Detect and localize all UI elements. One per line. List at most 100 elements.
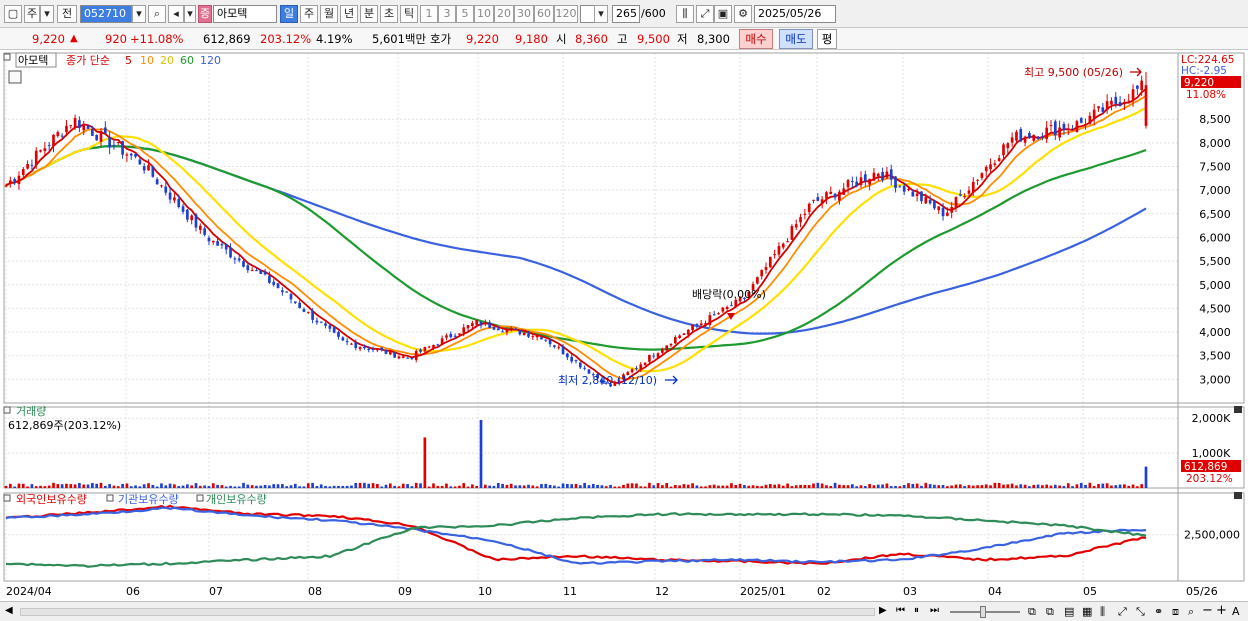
candle-body[interactable] — [315, 320, 319, 323]
volume-bar[interactable] — [60, 484, 64, 488]
volume-bar[interactable] — [358, 482, 362, 488]
volume-bar[interactable] — [376, 483, 379, 488]
candle-body[interactable] — [1023, 136, 1027, 143]
candle-body[interactable] — [561, 346, 565, 355]
layout-icon[interactable]: ⧉ — [1028, 605, 1036, 619]
volume-bar[interactable] — [1053, 484, 1057, 488]
volume-bar[interactable] — [924, 482, 928, 488]
volume-bar[interactable] — [363, 482, 366, 488]
period-day[interactable]: 일 — [280, 5, 298, 23]
interval-1[interactable]: 1 — [420, 5, 438, 23]
candle-body[interactable] — [155, 179, 159, 185]
volume-bar[interactable] — [371, 483, 375, 488]
candle-body[interactable] — [488, 322, 491, 328]
volume-bar[interactable] — [1066, 483, 1070, 488]
scroll-left-icon[interactable]: ◀ — [5, 605, 13, 616]
volume-bar[interactable] — [173, 484, 176, 488]
candle-body[interactable] — [1019, 129, 1023, 142]
volume-bar[interactable] — [950, 485, 954, 488]
candle-body[interactable] — [518, 330, 522, 335]
candle-body[interactable] — [216, 241, 219, 246]
volume-bar[interactable] — [833, 482, 837, 488]
candle-body[interactable] — [108, 137, 111, 148]
sound-icon[interactable]: ◂ — [168, 5, 184, 23]
candle-body[interactable] — [21, 169, 25, 176]
volume-bar[interactable] — [82, 484, 86, 488]
candle-body[interactable] — [436, 344, 440, 346]
volume-bar[interactable] — [419, 483, 422, 488]
candle-body[interactable] — [673, 337, 677, 344]
volume-bar[interactable] — [1123, 484, 1126, 488]
volume-bar[interactable] — [984, 484, 988, 488]
volume-bar[interactable] — [544, 483, 548, 488]
volume-bar[interactable] — [570, 484, 574, 488]
candle-body[interactable] — [496, 328, 500, 331]
candle-body[interactable] — [695, 324, 699, 326]
volume-bar[interactable] — [531, 485, 535, 488]
volume-bar[interactable] — [328, 486, 332, 488]
volume-bar[interactable] — [95, 483, 99, 488]
volume-bar[interactable] — [522, 485, 526, 488]
volume-bar[interactable] — [345, 485, 349, 488]
volume-bar[interactable] — [78, 483, 81, 488]
volume-bar[interactable] — [65, 483, 68, 488]
volume-bar[interactable] — [401, 483, 405, 488]
volume-bar[interactable] — [458, 485, 461, 488]
search-icon[interactable]: ⌕ — [148, 5, 166, 23]
period-minute[interactable]: 분 — [360, 5, 378, 23]
volume-bar[interactable] — [1049, 485, 1053, 488]
link-icon[interactable]: ⚭ — [1154, 605, 1163, 618]
candle-body[interactable] — [1036, 136, 1040, 139]
candle-body[interactable] — [380, 347, 384, 351]
volume-bar[interactable] — [190, 485, 194, 488]
candle-body[interactable] — [665, 345, 669, 351]
candle-body[interactable] — [99, 131, 103, 142]
volume-bar[interactable] — [980, 485, 984, 488]
volume-bar[interactable] — [708, 485, 712, 488]
volume-bar[interactable] — [859, 485, 863, 488]
volume-bar[interactable] — [790, 486, 794, 488]
candle-body[interactable] — [566, 353, 569, 358]
volume-bar[interactable] — [186, 484, 189, 488]
volume-bar[interactable] — [505, 484, 509, 488]
candle-body[interactable] — [423, 347, 427, 352]
candle-body[interactable] — [483, 322, 487, 325]
volume-bar[interactable] — [678, 485, 681, 488]
candle-body[interactable] — [652, 355, 656, 357]
volume-bar[interactable] — [311, 482, 314, 488]
volume-bar[interactable] — [492, 485, 496, 488]
candle-body[interactable] — [311, 310, 314, 320]
candle-body[interactable] — [78, 120, 81, 129]
candle-body[interactable] — [527, 333, 530, 337]
volume-bar[interactable] — [501, 483, 504, 488]
volume-bar[interactable] — [540, 484, 543, 488]
volume-bar[interactable] — [604, 486, 608, 488]
volume-bar[interactable] — [730, 483, 733, 488]
volume-bar[interactable] — [820, 483, 824, 488]
volume-bar[interactable] — [475, 486, 479, 488]
candle-body[interactable] — [401, 356, 405, 358]
candle-body[interactable] — [781, 243, 785, 248]
stock-name-field[interactable]: 아모텍 — [213, 5, 277, 23]
date-input[interactable]: 2025/05/26 — [754, 5, 836, 23]
candle-body[interactable] — [876, 173, 880, 177]
candle-body[interactable] — [190, 215, 194, 221]
candle-body[interactable] — [281, 290, 284, 293]
volume-bar[interactable] — [686, 484, 690, 488]
candle-body[interactable] — [1084, 123, 1087, 126]
candle-body[interactable] — [682, 333, 686, 336]
candle-body[interactable] — [717, 313, 720, 315]
volume-bar[interactable] — [799, 484, 802, 488]
candle-body[interactable] — [786, 241, 789, 243]
volume-bar[interactable] — [26, 486, 29, 488]
chart-grid-icon[interactable]: ▦ — [1082, 605, 1092, 618]
candle-body[interactable] — [855, 181, 859, 186]
candle-body[interactable] — [557, 347, 561, 349]
sound-dropdown-icon[interactable]: ▾ — [184, 5, 196, 23]
candle-body[interactable] — [112, 144, 116, 146]
candle-body[interactable] — [851, 181, 854, 183]
volume-bar[interactable] — [751, 485, 755, 488]
candle-body[interactable] — [514, 328, 517, 330]
candle-body[interactable] — [8, 180, 12, 183]
candle-body[interactable] — [721, 307, 725, 312]
